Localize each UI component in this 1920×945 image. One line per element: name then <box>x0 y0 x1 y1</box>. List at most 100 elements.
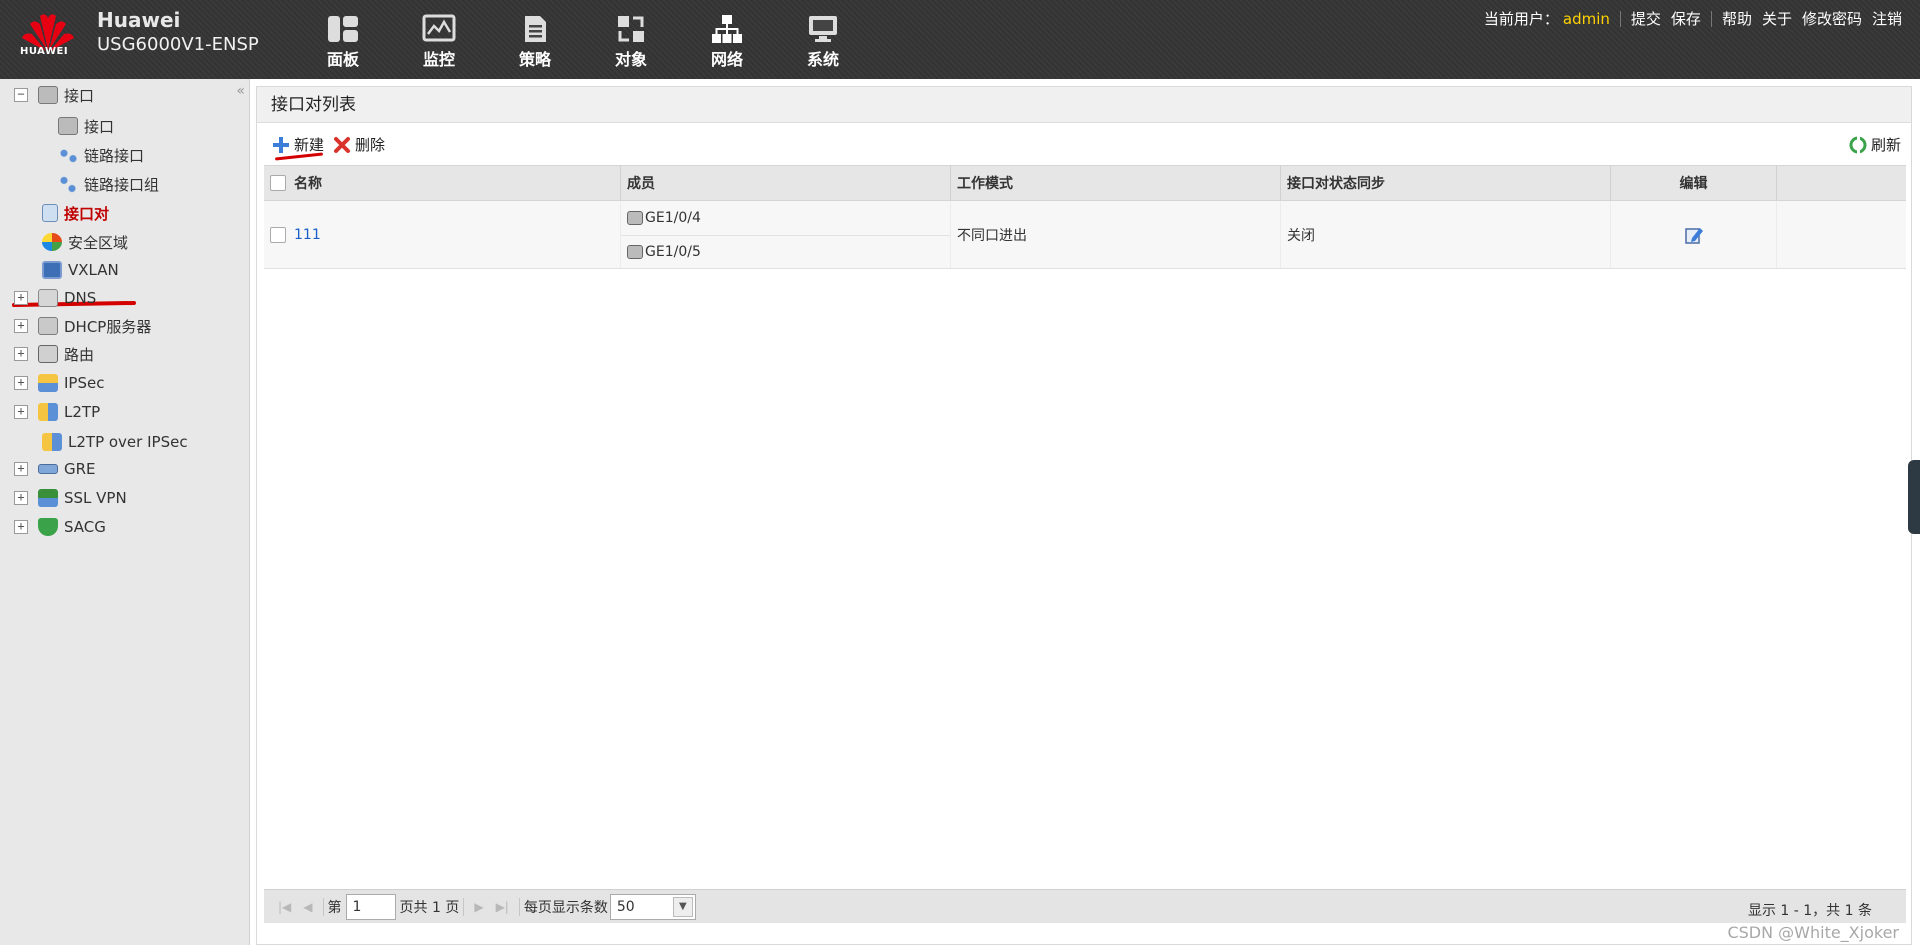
vxlan-icon <box>42 261 62 279</box>
row-name-link[interactable]: 111 <box>294 227 321 243</box>
sidebar-item-dns[interactable]: + DNS <box>14 286 96 310</box>
expand-icon[interactable]: + <box>14 291 28 305</box>
first-page-icon[interactable]: |◀ <box>278 900 291 914</box>
sidebar-item-l2tp-over-ipsec[interactable]: L2TP over IPSec <box>42 430 188 454</box>
sidebar-item-dhcp[interactable]: + DHCP服务器 <box>14 314 151 338</box>
per-page-label: 每页显示条数 <box>523 899 608 916</box>
sidebar-item-interface[interactable]: 接口 <box>58 114 114 138</box>
page-title: 接口对列表 <box>257 87 1911 123</box>
sacg-icon <box>38 518 58 536</box>
brand-name: Huawei <box>97 8 181 32</box>
l2tp-icon <box>38 403 58 421</box>
next-page-icon[interactable]: ▶ <box>474 900 483 914</box>
sidebar-item-l2tp[interactable]: + L2TP <box>14 400 100 424</box>
page-prefix: 第 <box>327 899 342 916</box>
sidebar-item-label: IPSec <box>64 374 105 392</box>
delete-icon <box>334 136 350 153</box>
sidebar-item-ssl-vpn[interactable]: + SSL VPN <box>14 486 127 510</box>
sidebar-item-gre[interactable]: + GRE <box>14 457 96 481</box>
nav-monitor[interactable]: 监控 <box>391 8 487 72</box>
current-user[interactable]: admin <box>1563 10 1610 28</box>
collapse-icon[interactable]: − <box>14 88 28 102</box>
sidebar-item-security-zone[interactable]: 安全区域 <box>42 230 128 254</box>
sidebar-item-label: 接口 <box>84 117 115 136</box>
watermark: CSDN @White_Xjoker <box>1727 923 1899 942</box>
sidebar-item-label: SACG <box>64 518 106 536</box>
sidebar-item-label: DHCP服务器 <box>64 317 152 336</box>
sidebar-item-ipsec[interactable]: + IPSec <box>14 371 104 395</box>
new-button[interactable]: 新建 <box>272 134 324 155</box>
nav-object[interactable]: 对象 <box>583 8 679 72</box>
refresh-icon <box>1849 135 1867 154</box>
page-input[interactable]: 1 <box>345 893 396 920</box>
cell-name: 111 <box>264 201 621 268</box>
last-page-icon[interactable]: ▶| <box>496 900 509 914</box>
divider <box>322 897 324 916</box>
expand-icon[interactable]: + <box>14 462 28 476</box>
nav-network[interactable]: 网络 <box>679 8 775 72</box>
save-link[interactable]: 保存 <box>1671 8 1701 29</box>
side-panel-handle[interactable] <box>1908 460 1920 534</box>
logo-text: HUAWEI <box>20 46 69 57</box>
expand-icon[interactable]: + <box>14 520 28 534</box>
content-panel: 接口对列表 新建 删除 刷新 名称 成员 工作模式 接口对状态同步 编辑 111… <box>256 86 1912 945</box>
system-icon <box>809 16 837 42</box>
page-suffix: 页共 1 页 <box>399 899 460 916</box>
cell-members: GE1/0/4 GE1/0/5 <box>621 201 951 268</box>
expand-icon[interactable]: + <box>14 491 28 505</box>
about-link[interactable]: 关于 <box>1762 8 1792 29</box>
link-interface-group-icon <box>58 175 78 193</box>
interface-icon <box>38 86 58 104</box>
sidebar-item-sacg[interactable]: + SACG <box>14 515 106 539</box>
row-checkbox[interactable] <box>270 226 286 243</box>
edit-icon[interactable] <box>1684 225 1704 245</box>
column-label: 成员 <box>627 176 655 192</box>
nav-system[interactable]: 系统 <box>775 8 871 72</box>
column-filler <box>1777 166 1906 200</box>
column-label: 编辑 <box>1679 176 1708 192</box>
port-icon <box>627 244 643 259</box>
sidebar-item-vxlan[interactable]: VXLAN <box>42 258 119 282</box>
sidebar-item-interface-group[interactable]: − 接口 <box>14 83 94 107</box>
select-all-checkbox[interactable] <box>270 175 286 191</box>
expand-icon[interactable]: + <box>14 347 28 361</box>
refresh-label: 刷新 <box>1870 136 1901 154</box>
expand-icon[interactable]: + <box>14 405 28 419</box>
sidebar-item-link-interface[interactable]: 链路接口 <box>58 143 144 167</box>
add-icon <box>273 136 289 153</box>
collapse-sidebar-icon[interactable]: « <box>236 83 245 99</box>
sidebar-item-label: SSL VPN <box>64 489 127 507</box>
expand-icon[interactable]: + <box>14 319 28 333</box>
gre-icon <box>38 464 58 474</box>
l2tp-ipsec-icon <box>42 433 62 451</box>
object-icon <box>618 16 644 42</box>
sidebar-item-label: L2TP over IPSec <box>68 433 188 451</box>
refresh-button[interactable]: 刷新 <box>1849 134 1901 155</box>
cell-edit <box>1611 201 1777 268</box>
commit-link[interactable]: 提交 <box>1631 8 1661 29</box>
top-header: HUAWEI Huawei USG6000V1-ENSP 面板 监控 策略 对象… <box>0 0 1920 79</box>
nav-dashboard[interactable]: 面板 <box>295 8 391 72</box>
cell-mode: 不同口进出 <box>951 201 1281 268</box>
sidebar-item-interface-pair[interactable]: 接口对 <box>42 201 109 225</box>
member-label: GE1/0/5 <box>645 243 701 260</box>
delete-button[interactable]: 删除 <box>333 134 385 155</box>
nav-label: 监控 <box>422 50 455 69</box>
help-link[interactable]: 帮助 <box>1722 8 1752 29</box>
sidebar-item-link-interface-group[interactable]: 链路接口组 <box>58 172 159 196</box>
current-user-label: 当前用户： <box>1483 10 1559 28</box>
expand-icon[interactable]: + <box>14 376 28 390</box>
column-mode: 工作模式 <box>951 166 1281 200</box>
sidebar-item-route[interactable]: + 路由 <box>14 342 94 366</box>
sidebar-item-label: 接口 <box>64 86 95 105</box>
chevron-down-icon[interactable]: ▼ <box>672 896 693 917</box>
nav-policy[interactable]: 策略 <box>487 8 583 72</box>
prev-page-icon[interactable]: ◀ <box>303 900 312 914</box>
security-zone-icon <box>42 233 62 251</box>
per-page-select[interactable]: 50 ▼ <box>609 893 696 920</box>
change-password-link[interactable]: 修改密码 <box>1802 8 1862 29</box>
logout-link[interactable]: 注销 <box>1872 8 1902 29</box>
toolbar: 新建 删除 刷新 <box>257 123 1911 163</box>
route-icon <box>38 345 58 363</box>
column-sync: 接口对状态同步 <box>1281 166 1611 200</box>
